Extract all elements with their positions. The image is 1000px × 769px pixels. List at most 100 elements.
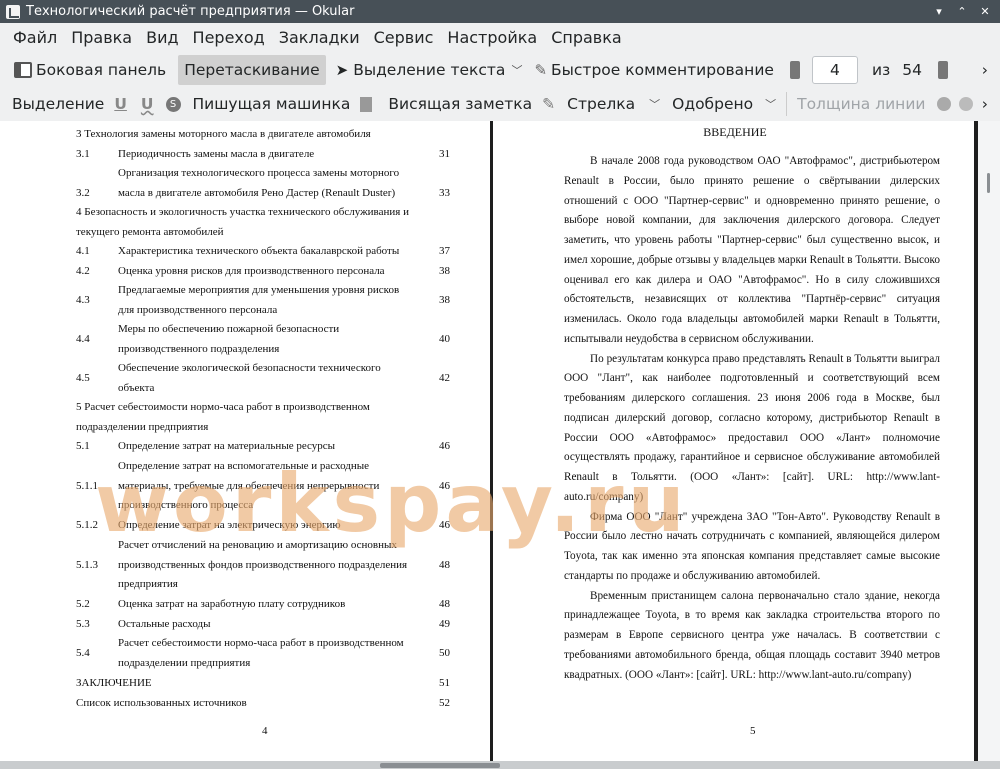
toc-title: Расчет отчислений на реновацию и амортиз… xyxy=(118,539,408,590)
toc-number: 4.3 xyxy=(76,293,90,306)
title-bar[interactable]: Технологический расчёт предприятия — Oku… xyxy=(0,0,1000,23)
toc-number: 5.1 xyxy=(76,440,90,452)
chevron-down-icon[interactable]: ﹀ xyxy=(649,96,660,112)
toc-heading: 3 Технология замены моторного масла в дв… xyxy=(76,128,371,140)
toc-title: Остальные расходы xyxy=(118,618,211,630)
menu-tools[interactable]: Сервис xyxy=(367,28,441,47)
scrollbar-thumb[interactable] xyxy=(987,173,990,193)
toc-heading: 5 Расчет себестоимости нормо-часа работ … xyxy=(76,401,370,433)
opacity-icon[interactable] xyxy=(959,97,974,111)
toolbar-overflow-icon[interactable]: › xyxy=(982,95,988,113)
approved-label: Одобрено xyxy=(672,95,754,113)
paragraph: По результатам конкурса право представля… xyxy=(564,352,940,503)
typewriter-button[interactable]: Пишущая машинка xyxy=(187,89,357,119)
stamp-button[interactable]: Одобрено ﹀ xyxy=(666,89,782,119)
toc-page: 46 xyxy=(439,479,450,492)
toc-page: 40 xyxy=(439,332,450,345)
toc-number: 5.3 xyxy=(76,618,90,630)
chevron-down-icon[interactable]: ﹀ xyxy=(511,62,522,78)
toc-title: Определение затрат на электрическую энер… xyxy=(118,519,341,531)
toc-title: Меры по обеспечению пожарной безопасност… xyxy=(118,323,340,355)
page-number-input[interactable]: 4 xyxy=(811,56,858,84)
horizontal-scrollbar[interactable] xyxy=(0,761,1000,769)
toc-page: 51 xyxy=(439,677,450,689)
underline-icon[interactable]: U xyxy=(114,95,127,113)
arrow-label: Стрелка xyxy=(567,95,636,113)
toc-title: Определение затрат на вспомогательные и … xyxy=(118,460,380,511)
toc-page: 38 xyxy=(439,265,450,277)
page-of-label: из xyxy=(871,61,891,79)
sidebar-label: Боковая панель xyxy=(36,61,167,79)
paragraph: В начале 2008 года руководством ОАО "Авт… xyxy=(564,155,940,345)
drag-tool-label: Перетаскивание xyxy=(184,61,320,79)
menu-bar: Файл Правка Вид Переход Закладки Сервис … xyxy=(0,23,1000,51)
menu-settings[interactable]: Настройка xyxy=(440,28,544,47)
toc-page: 38 xyxy=(439,293,450,306)
page-total-label: 54 xyxy=(902,61,922,79)
quick-comment-label: Быстрое комментирование xyxy=(551,61,774,79)
arrow-tool-button[interactable]: Стрелка ﹀ xyxy=(561,89,666,119)
maximize-icon[interactable]: ⌃ xyxy=(954,4,970,20)
text-selection-button[interactable]: ➤ Выделение текста ﹀ xyxy=(330,55,529,85)
toc-number: 3.2 xyxy=(76,186,90,199)
page-number: 5 xyxy=(750,725,756,737)
vertical-scrollbar[interactable] xyxy=(978,121,1000,761)
quick-comment-button[interactable]: ✎ Быстрое комментирование xyxy=(528,55,780,85)
toc-page: 52 xyxy=(439,697,450,709)
separator xyxy=(786,92,788,116)
text-selection-label: Выделение текста xyxy=(353,61,506,79)
section-heading: ВВЕДЕНИЕ xyxy=(703,125,767,139)
toc-page: 49 xyxy=(439,618,450,630)
toc-title: Периодичность замены масла в двигателе xyxy=(118,148,315,160)
page-4: 3 Технология замены моторного масла в дв… xyxy=(0,121,490,761)
paragraph: Фирма ООО "Лант" учреждена ЗАО "Тон-Авто… xyxy=(564,510,940,582)
toc-number: 4.4 xyxy=(76,332,90,345)
toolbar-overflow-icon[interactable]: › xyxy=(982,61,988,79)
sidebar-button[interactable]: Боковая панель xyxy=(8,55,172,85)
toc-page: 42 xyxy=(439,371,450,384)
menu-edit[interactable]: Правка xyxy=(64,28,139,47)
typewriter-label: Пишущая машинка xyxy=(192,95,351,113)
toc-number: 5.1.2 xyxy=(76,519,98,531)
paragraph: Временным пристанищем салона первоначаль… xyxy=(564,589,940,681)
page-body: В начале 2008 года руководством ОАО "Авт… xyxy=(564,152,940,685)
menu-view[interactable]: Вид xyxy=(139,28,185,47)
toc-title: Оценка уровня рисков для производственно… xyxy=(118,265,385,277)
toc-number: 5.4 xyxy=(76,646,90,659)
previous-page-icon[interactable] xyxy=(789,61,800,79)
toc-page: 46 xyxy=(439,440,450,452)
toc-title: Организация технологического процесса за… xyxy=(118,167,400,199)
toc-title: Определение затрат на материальные ресур… xyxy=(118,440,336,452)
line-width-button[interactable]: Толщина линии xyxy=(791,89,931,119)
sidebar-icon xyxy=(14,62,32,78)
drag-tool-button[interactable]: Перетаскивание xyxy=(178,55,326,85)
menu-bookmarks[interactable]: Закладки xyxy=(272,28,367,47)
color-picker-icon[interactable] xyxy=(937,97,952,111)
menu-go[interactable]: Переход xyxy=(186,28,272,47)
toc-heading: ЗАКЛЮЧЕНИЕ xyxy=(76,677,152,689)
minimize-icon[interactable]: ▾ xyxy=(931,4,947,20)
okular-window: Технологический расчёт предприятия — Oku… xyxy=(0,0,1000,769)
document-view[interactable]: 3 Технология замены моторного масла в дв… xyxy=(0,121,1000,761)
chevron-down-icon[interactable]: ﹀ xyxy=(765,96,776,112)
scrollbar-thumb[interactable] xyxy=(380,763,500,768)
page-number-value: 4 xyxy=(830,61,840,79)
toc-title: Предлагаемые мероприятия для уменьшения … xyxy=(118,284,400,316)
menu-file[interactable]: Файл xyxy=(6,28,64,47)
toc-page: 50 xyxy=(439,646,450,659)
toc-title: Обеспечение экологической безопасности т… xyxy=(118,362,381,394)
selection-label: Выделение xyxy=(12,95,105,113)
selection-tool-button[interactable]: Выделение xyxy=(6,89,110,119)
toc-heading: 4 Безопасность и экологичность участка т… xyxy=(76,206,409,238)
toc-page: 48 xyxy=(439,558,450,571)
toc-number: 3.1 xyxy=(76,148,90,160)
squiggly-underline-icon[interactable]: U xyxy=(141,95,154,113)
hanging-note-button[interactable]: Висящая заметка xyxy=(382,89,538,119)
strikeout-icon[interactable]: S xyxy=(165,96,181,112)
menu-help[interactable]: Справка xyxy=(544,28,629,47)
pen-icon: ✎ xyxy=(542,95,556,113)
toc-title: Характеристика технического объекта бака… xyxy=(118,245,400,257)
toc-page: 33 xyxy=(439,186,450,199)
close-icon[interactable]: ✕ xyxy=(977,4,993,20)
next-page-icon[interactable] xyxy=(938,61,948,79)
